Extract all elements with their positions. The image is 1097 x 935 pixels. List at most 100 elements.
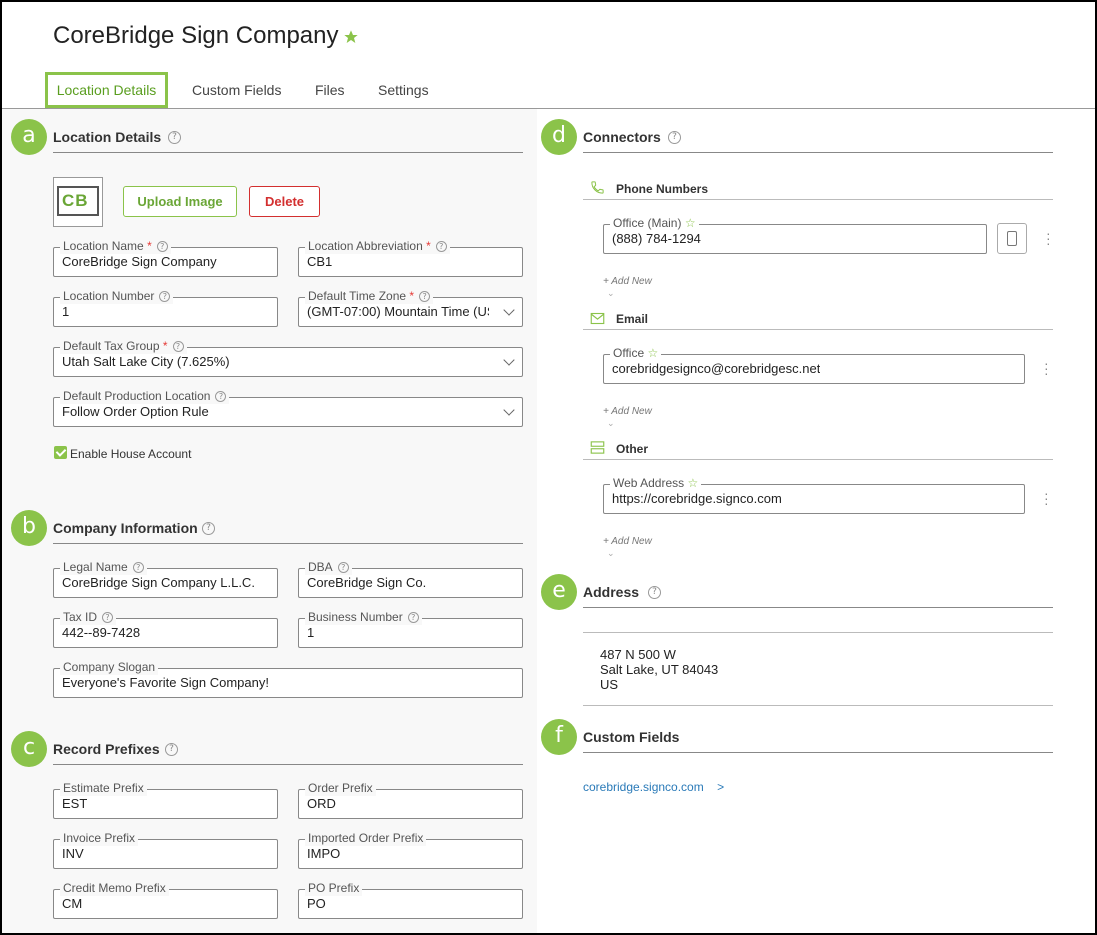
page-title: CoreBridge Sign Company (53, 22, 339, 49)
section-title-location-details: Location Details (53, 129, 162, 145)
phone-numbers-title: Phone Numbers (616, 182, 709, 196)
dba-value: CoreBridge Sign Co. (307, 575, 427, 590)
dba-field[interactable]: DBA? CoreBridge Sign Co. (298, 559, 523, 598)
help-icon[interactable]: ? (668, 131, 681, 144)
tab-files[interactable]: Files (315, 82, 345, 98)
email-office-field[interactable]: Office ☆ corebridgesignco@corebridgesc.n… (603, 345, 1025, 384)
company-slogan-field[interactable]: Company Slogan Everyone's Favorite Sign … (53, 659, 523, 698)
add-new-email-link[interactable]: + Add New (603, 406, 652, 417)
legal-name-label: Legal Name (63, 560, 128, 574)
phone-icon (591, 181, 604, 194)
section-title-address: Address (583, 584, 640, 600)
dba-label: DBA (308, 560, 333, 574)
section-title-record-prefixes: Record Prefixes (53, 741, 160, 757)
default-time-zone-select[interactable]: Default Time Zone *? (GMT-07:00) Mountai… (298, 288, 523, 327)
custom-fields-link[interactable]: corebridge.signco.com > (583, 780, 724, 794)
primary-star-icon[interactable]: ☆ (685, 216, 696, 230)
default-tax-group-select[interactable]: Default Tax Group *? Utah Salt Lake City… (53, 338, 523, 377)
help-icon[interactable]: ? (435, 241, 447, 252)
estimate-prefix-value: EST (62, 796, 88, 811)
chevron-down-icon[interactable]: ⌄ (607, 288, 615, 299)
help-icon[interactable]: ? (202, 522, 215, 535)
help-icon[interactable]: ? (172, 341, 184, 352)
tax-id-value: 442--89-7428 (62, 625, 141, 640)
more-options-icon[interactable]: · · · (1046, 226, 1051, 250)
callout-badge-d: d (541, 119, 577, 155)
enable-house-account-label: Enable House Account (70, 447, 192, 461)
credit-memo-prefix-label: Credit Memo Prefix (60, 880, 169, 896)
mobile-phone-button[interactable] (997, 223, 1027, 254)
callout-badge-b: b (11, 510, 47, 546)
help-icon[interactable]: ? (419, 291, 431, 302)
imported-order-prefix-field[interactable]: Imported Order Prefix IMPO (298, 830, 523, 869)
upload-image-button[interactable]: Upload Image (123, 186, 237, 217)
enable-house-account-checkbox[interactable] (54, 446, 67, 459)
required-asterisk: * (162, 339, 168, 353)
help-icon[interactable]: ? (165, 743, 178, 756)
required-asterisk: * (147, 239, 152, 253)
default-production-location-value: Follow Order Option Rule (62, 404, 209, 419)
email-icon (590, 312, 605, 325)
web-address-field[interactable]: Web Address ☆ https://corebridge.signco.… (603, 475, 1025, 514)
phone-office-main-field[interactable]: Office (Main) ☆ (888) 784-1294 (603, 215, 987, 254)
credit-memo-prefix-field[interactable]: Credit Memo Prefix CM (53, 880, 278, 919)
chevron-down-icon[interactable]: ⌄ (607, 548, 615, 559)
more-options-icon[interactable]: · · · (1044, 486, 1049, 510)
subsection-divider (583, 459, 1053, 460)
favorite-star-icon[interactable] (343, 29, 359, 45)
chevron-down-icon[interactable]: ⌄ (607, 418, 615, 429)
tab-settings[interactable]: Settings (378, 82, 429, 98)
help-icon[interactable]: ? (102, 612, 114, 623)
add-new-phone-link[interactable]: + Add New (603, 276, 652, 287)
location-name-field[interactable]: Location Name *? CoreBridge Sign Company (53, 238, 278, 277)
address-top-divider (583, 632, 1053, 633)
email-office-value: corebridgesignco@corebridgesc.net (612, 361, 821, 376)
primary-star-icon[interactable]: ☆ (647, 346, 658, 360)
default-time-zone-label: Default Time Zone (308, 289, 407, 303)
estimate-prefix-field[interactable]: Estimate Prefix EST (53, 780, 278, 819)
help-icon[interactable]: ? (215, 391, 227, 402)
custom-fields-link-text[interactable]: corebridge.signco.com (583, 780, 704, 794)
legal-name-field[interactable]: Legal Name? CoreBridge Sign Company L.L.… (53, 559, 278, 598)
help-icon[interactable]: ? (648, 586, 661, 599)
imported-order-prefix-label: Imported Order Prefix (305, 830, 427, 846)
chevron-right-icon[interactable]: > (717, 780, 724, 794)
tax-id-field[interactable]: Tax ID? 442--89-7428 (53, 609, 278, 648)
imported-order-prefix-value: IMPO (307, 846, 341, 861)
estimate-prefix-label: Estimate Prefix (60, 780, 147, 796)
address-line-2: Salt Lake, UT 84043 (600, 662, 719, 677)
po-prefix-field[interactable]: PO Prefix PO (298, 880, 523, 919)
callout-badge-e: e (541, 574, 577, 610)
default-production-location-select[interactable]: Default Production Location? Follow Orde… (53, 388, 523, 427)
chevron-down-icon (503, 404, 515, 416)
delete-image-button[interactable]: Delete (249, 186, 320, 217)
address-bottom-divider (583, 705, 1053, 706)
other-title: Other (616, 442, 649, 456)
section-divider (583, 607, 1053, 608)
more-options-icon[interactable]: · · · (1044, 356, 1049, 380)
section-title-connectors: Connectors (583, 129, 661, 145)
callout-badge-a: a (11, 119, 47, 155)
help-icon[interactable]: ? (337, 562, 349, 573)
order-prefix-field[interactable]: Order Prefix ORD (298, 780, 523, 819)
section-divider (583, 752, 1053, 753)
help-icon[interactable]: ? (156, 241, 168, 252)
address-line-3: US (600, 677, 619, 692)
location-number-field[interactable]: Location Number? 1 (53, 288, 278, 327)
add-new-other-link[interactable]: + Add New (603, 536, 652, 547)
help-icon[interactable]: ? (132, 562, 144, 573)
email-title: Email (616, 312, 649, 326)
business-number-field[interactable]: Business Number? 1 (298, 609, 523, 648)
help-icon[interactable]: ? (407, 612, 419, 623)
location-name-value: CoreBridge Sign Company (62, 254, 217, 269)
location-abbreviation-field[interactable]: Location Abbreviation *? CB1 (298, 238, 523, 277)
help-icon[interactable]: ? (168, 131, 181, 144)
help-icon[interactable]: ? (159, 291, 171, 302)
invoice-prefix-value: INV (62, 846, 84, 861)
tab-custom-fields[interactable]: Custom Fields (192, 82, 281, 98)
location-abbreviation-value: CB1 (307, 254, 333, 269)
default-tax-group-value: Utah Salt Lake City (7.625%) (62, 354, 230, 369)
tab-location-details[interactable]: Location Details (45, 72, 168, 108)
invoice-prefix-field[interactable]: Invoice Prefix INV (53, 830, 278, 869)
primary-star-icon[interactable]: ☆ (688, 476, 699, 490)
